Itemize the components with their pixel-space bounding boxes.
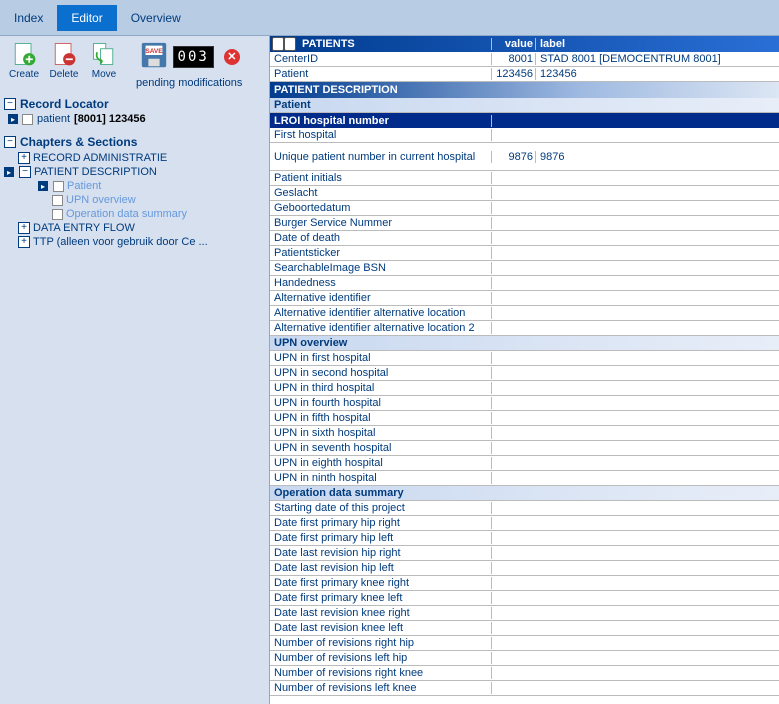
grid-row[interactable]: Date last revision knee left xyxy=(270,621,779,636)
grid-row[interactable]: Alternative identifier alternative locat… xyxy=(270,306,779,321)
tree-item[interactable]: +RECORD ADMINISTRATIE xyxy=(18,151,265,165)
grid-row[interactable]: UPN in third hospital xyxy=(270,381,779,396)
grid-row[interactable]: Date first primary knee right xyxy=(270,576,779,591)
move-button[interactable]: Move xyxy=(84,40,124,80)
tree-expand-icon[interactable]: + xyxy=(18,236,30,248)
grid-row[interactable]: Date first primary knee left xyxy=(270,591,779,606)
tree-expand-icon[interactable]: + xyxy=(18,222,30,234)
grid-row[interactable]: Number of revisions left hip xyxy=(270,651,779,666)
tree-label: RECORD ADMINISTRATIE xyxy=(33,152,167,164)
locator-arrow-icon[interactable]: ▸ xyxy=(8,114,18,124)
tree-item[interactable]: Operation data summary xyxy=(52,207,265,221)
grid-row[interactable]: PATIENT DESCRIPTION xyxy=(270,82,779,98)
grid-row[interactable]: UPN in seventh hospital xyxy=(270,441,779,456)
tree-item[interactable]: ▸Patient xyxy=(52,179,265,193)
grid-row[interactable]: Operation data summary xyxy=(270,486,779,501)
locator-checkbox[interactable] xyxy=(22,114,33,125)
tree-expand-icon[interactable]: − xyxy=(19,166,31,178)
grid-row[interactable]: LROI hospital number xyxy=(270,113,779,128)
create-label: Create xyxy=(9,69,39,80)
tab-overview[interactable]: Overview xyxy=(117,5,195,31)
grid-row[interactable]: Date last revision knee right xyxy=(270,606,779,621)
record-locator-title: Record Locator xyxy=(20,97,109,111)
grid-row[interactable]: First hospital xyxy=(270,128,779,143)
tree-label: PATIENT DESCRIPTION xyxy=(34,166,157,178)
save-button[interactable]: SAVE xyxy=(139,40,169,73)
tab-index[interactable]: Index xyxy=(0,5,57,31)
grid-row[interactable]: Patientsticker xyxy=(270,246,779,261)
grid-row[interactable]: Geslacht xyxy=(270,186,779,201)
tree-item[interactable]: ▸−PATIENT DESCRIPTION xyxy=(18,165,265,179)
tree-label: Patient xyxy=(67,180,101,192)
grid-row[interactable]: Patient123456123456 xyxy=(270,67,779,82)
grid-header-value: value xyxy=(492,38,536,50)
grid-row[interactable]: Handedness xyxy=(270,276,779,291)
tree-item[interactable]: UPN overview xyxy=(52,193,265,207)
grid-row[interactable]: Number of revisions left knee xyxy=(270,681,779,696)
grid-row[interactable]: Date first primary hip right xyxy=(270,516,779,531)
grid-row[interactable]: UPN in fifth hospital xyxy=(270,411,779,426)
grid-row[interactable]: Geboortedatum xyxy=(270,201,779,216)
grid-row[interactable]: UPN in ninth hospital xyxy=(270,471,779,486)
grid-row[interactable]: Patient initials xyxy=(270,171,779,186)
tree-item[interactable]: +DATA ENTRY FLOW xyxy=(18,221,265,235)
grid-icon-1[interactable]: ◐ xyxy=(272,37,284,51)
grid-row[interactable]: Patient xyxy=(270,98,779,113)
collapse-chapters[interactable]: − xyxy=(4,136,16,148)
grid-row[interactable]: Date of death xyxy=(270,231,779,246)
pending-label: pending modifications xyxy=(136,77,242,89)
tree-checkbox[interactable] xyxy=(52,209,63,220)
grid-row[interactable]: Unique patient number in current hospita… xyxy=(270,143,779,171)
grid-header-row: ◐ ◑ PATIENTS value label xyxy=(270,36,779,52)
tab-bar: Index Editor Overview xyxy=(0,0,779,36)
grid-row[interactable]: UPN in fourth hospital xyxy=(270,396,779,411)
tree-label: UPN overview xyxy=(66,194,136,206)
data-grid: ◐ ◑ PATIENTS value label CenterID8001STA… xyxy=(270,36,779,704)
tab-editor[interactable]: Editor xyxy=(57,5,116,31)
tree-item[interactable]: +TTP (alleen voor gebruik door Ce ... xyxy=(18,235,265,249)
grid-header-label: label xyxy=(536,38,779,50)
move-label: Move xyxy=(92,69,116,80)
grid-row[interactable]: Burger Service Nummer xyxy=(270,216,779,231)
tree-expand-icon[interactable]: + xyxy=(18,152,30,164)
grid-row[interactable]: Number of revisions right hip xyxy=(270,636,779,651)
grid-row[interactable]: SearchableImage BSN xyxy=(270,261,779,276)
grid-row[interactable]: Starting date of this project xyxy=(270,501,779,516)
cancel-icon[interactable]: ✕ xyxy=(224,49,240,65)
create-button[interactable]: Create xyxy=(4,40,44,80)
grid-row[interactable]: CenterID8001STAD 8001 [DEMOCENTRUM 8001] xyxy=(270,52,779,67)
tree-arrow-icon[interactable]: ▸ xyxy=(4,167,14,177)
grid-row[interactable]: UPN in first hospital xyxy=(270,351,779,366)
grid-row[interactable]: Alternative identifier xyxy=(270,291,779,306)
delete-label: Delete xyxy=(50,69,79,80)
grid-row[interactable]: UPN in sixth hospital xyxy=(270,426,779,441)
collapse-locator[interactable]: − xyxy=(4,98,16,110)
delete-button[interactable]: Delete xyxy=(44,40,84,80)
tree-checkbox[interactable] xyxy=(52,195,63,206)
grid-row[interactable]: Number of revisions right knee xyxy=(270,666,779,681)
left-panel: Create Delete Move SAVE 003 ✕ pending mo… xyxy=(0,36,270,704)
tree-label: DATA ENTRY FLOW xyxy=(33,222,135,234)
toolbar: Create Delete Move SAVE 003 ✕ pending mo… xyxy=(4,40,265,89)
chapters-title: Chapters & Sections xyxy=(20,135,137,149)
grid-row[interactable]: Date first primary hip left xyxy=(270,531,779,546)
grid-header-name: PATIENTS xyxy=(298,38,492,50)
locator-label: patient xyxy=(37,113,70,125)
tree-arrow-icon[interactable]: ▸ xyxy=(38,181,48,191)
tree-checkbox[interactable] xyxy=(53,181,64,192)
grid-row[interactable]: Date last revision hip right xyxy=(270,546,779,561)
grid-row[interactable]: UPN in second hospital xyxy=(270,366,779,381)
svg-text:SAVE: SAVE xyxy=(145,48,163,55)
tree-label: TTP (alleen voor gebruik door Ce ... xyxy=(33,236,208,248)
grid-icon-2[interactable]: ◑ xyxy=(284,37,296,51)
pending-counter: 003 xyxy=(173,46,214,68)
grid-row[interactable]: UPN in eighth hospital xyxy=(270,456,779,471)
grid-row[interactable]: Date last revision hip left xyxy=(270,561,779,576)
locator-value: [8001] 123456 xyxy=(74,113,146,125)
grid-row[interactable]: UPN overview xyxy=(270,336,779,351)
grid-row[interactable]: Alternative identifier alternative locat… xyxy=(270,321,779,336)
tree-label: Operation data summary xyxy=(66,208,187,220)
